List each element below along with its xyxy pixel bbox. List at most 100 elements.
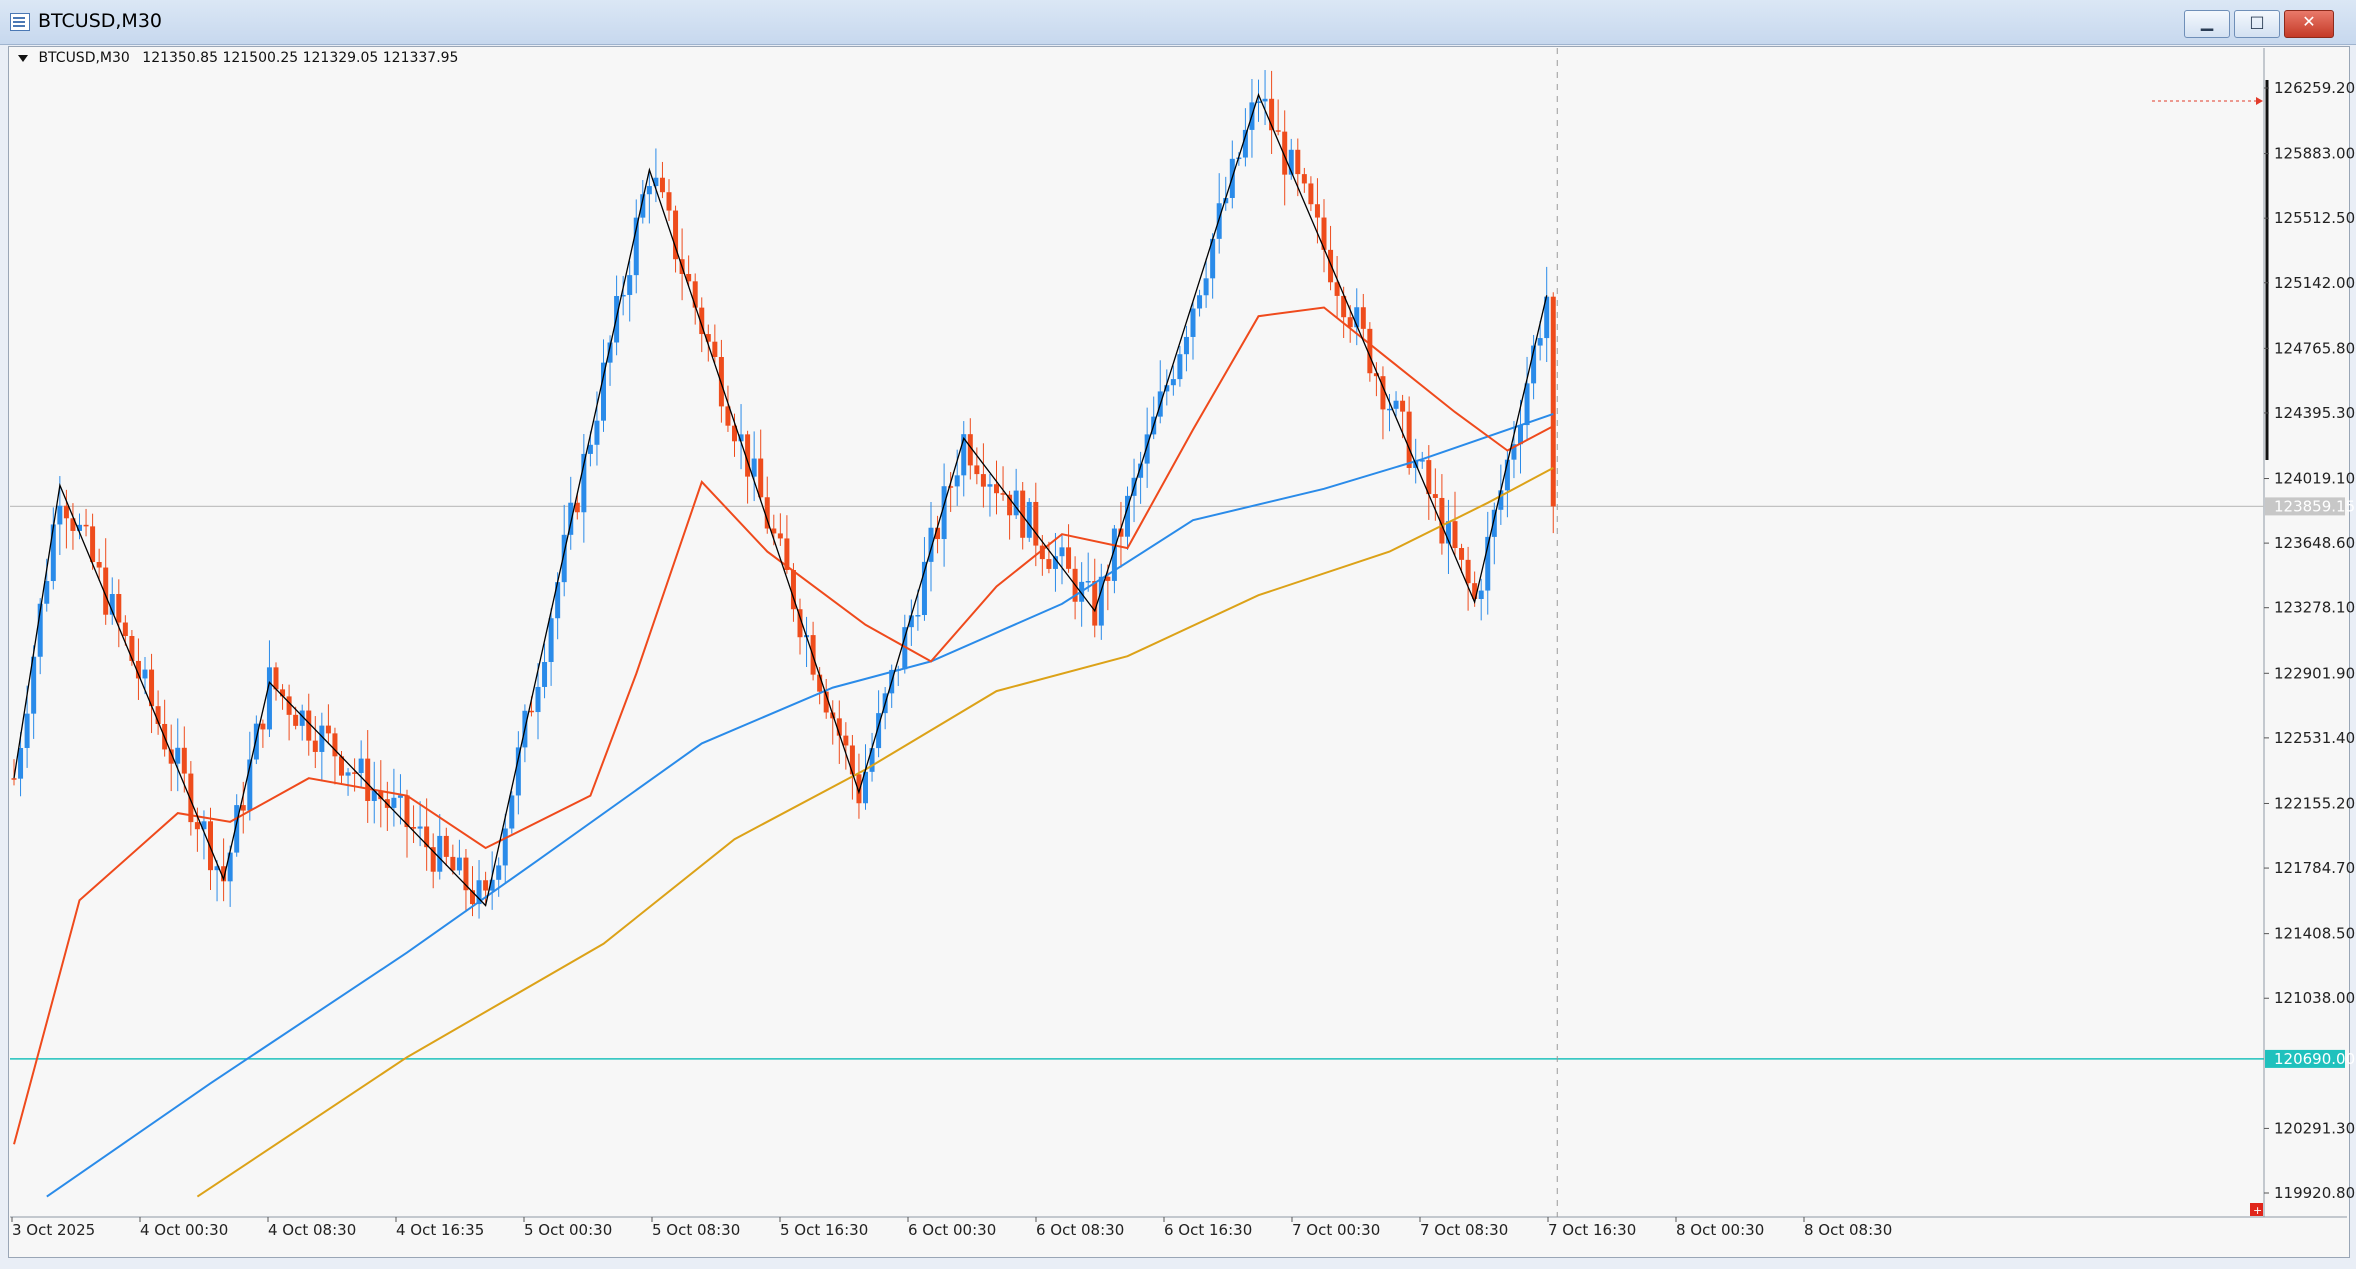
bearish-candle <box>483 880 489 891</box>
bearish-candle <box>273 667 279 690</box>
bullish-candle <box>954 475 960 487</box>
bearish-candle <box>286 696 292 715</box>
price-tick-label: 121408.50 <box>2274 925 2355 943</box>
time-tick-label: 6 Oct 08:30 <box>1036 1221 1124 1239</box>
bearish-candle <box>980 474 986 487</box>
bullish-candle <box>175 747 181 764</box>
bullish-candle <box>57 505 63 525</box>
bullish-candle <box>548 618 554 662</box>
bearish-candle <box>312 740 318 752</box>
bullish-candle <box>509 795 515 829</box>
bullish-candle <box>358 758 364 773</box>
bullish-candle <box>18 747 24 779</box>
bearish-candle <box>208 821 213 871</box>
price-chart[interactable]: 126259.20 125883.00 125512.50 125142.00 1247… <box>0 0 2356 1269</box>
bearish-candle <box>96 562 102 568</box>
bullish-candle <box>601 362 606 421</box>
bullish-candle <box>142 669 148 679</box>
time-tick-label: 8 Oct 00:30 <box>1676 1221 1764 1239</box>
bearish-candle <box>758 458 764 498</box>
time-tick-label: 4 Oct 08:30 <box>268 1221 356 1239</box>
bearish-candle <box>1314 204 1320 218</box>
bullish-candle <box>587 444 593 454</box>
bullish-candle <box>915 615 921 617</box>
time-tick-label: 7 Oct 00:30 <box>1292 1221 1380 1239</box>
price-tick-label: 122155.20 <box>2274 794 2355 812</box>
bullish-candle <box>1013 490 1019 516</box>
current-price-label: 123859.15 <box>2274 497 2355 515</box>
time-tick-label: 3 Oct 2025 <box>12 1221 95 1239</box>
bearish-candle <box>90 526 96 563</box>
bullish-candle <box>456 857 462 871</box>
bearish-candle <box>712 341 718 357</box>
bearish-candle <box>843 735 849 746</box>
price-tick-label: 120291.30 <box>2274 1119 2355 1137</box>
bearish-candle <box>1301 174 1307 184</box>
bearish-candle <box>1000 493 1006 495</box>
bullish-candle <box>1518 425 1523 445</box>
time-tick-label: 5 Oct 16:30 <box>780 1221 868 1239</box>
bullish-candle <box>1026 501 1032 538</box>
bullish-candle <box>1177 354 1183 380</box>
bearish-candle <box>450 856 456 871</box>
candles-group <box>11 70 1556 919</box>
bearish-candle <box>1465 559 1471 584</box>
bullish-candle <box>535 686 541 713</box>
bullish-candle <box>1183 336 1189 355</box>
bearish-candle <box>116 594 122 623</box>
bullish-candle <box>627 275 633 295</box>
bearish-candle <box>1406 411 1412 468</box>
chart-header: BTCUSD,M30 121350.85 121500.25 121329.05… <box>18 50 458 66</box>
bearish-candle <box>1550 296 1556 507</box>
bearish-candle <box>1066 547 1072 569</box>
bullish-candle <box>987 484 993 487</box>
bullish-candle <box>437 835 443 872</box>
bullish-candle <box>266 667 272 730</box>
bearish-candle <box>666 192 672 211</box>
fast-moving-average-line <box>13 306 1554 1145</box>
price-tick-label: 124765.80 <box>2274 339 2355 357</box>
bearish-candle <box>181 747 187 774</box>
price-tick-label: 124395.30 <box>2274 404 2355 422</box>
time-tick-label: 7 Oct 16:30 <box>1548 1221 1636 1239</box>
bearish-candle <box>1360 307 1366 329</box>
bearish-candle <box>365 758 371 801</box>
bearish-candle <box>659 177 665 193</box>
time-tick-label: 6 Oct 16:30 <box>1164 1221 1252 1239</box>
chart-menu-triangle-icon[interactable] <box>18 54 28 62</box>
price-tick-label: 119920.80 <box>2274 1184 2355 1202</box>
bullish-candle <box>1197 295 1203 309</box>
bearish-candle <box>1400 400 1406 412</box>
price-tick-label: 126259.20 <box>2274 79 2355 97</box>
bearish-candle <box>1295 149 1301 175</box>
bearish-candle <box>332 733 338 757</box>
bullish-candle <box>391 797 397 808</box>
horizontal-level-label: 120690.00 <box>2274 1050 2355 1068</box>
bullish-candle <box>1203 278 1209 296</box>
bearish-candle <box>11 778 17 780</box>
bearish-candle <box>194 822 200 830</box>
price-tick-label: 121038.00 <box>2274 989 2355 1007</box>
bearish-candle <box>692 281 698 308</box>
bullish-candle <box>1478 590 1484 599</box>
bearish-candle <box>1092 581 1098 626</box>
bearish-candle <box>1033 501 1039 546</box>
price-tick-label: 122901.90 <box>2274 664 2355 682</box>
chart-ohlc: 121350.85 121500.25 121329.05 121337.95 <box>142 50 459 66</box>
bearish-candle <box>1328 249 1334 283</box>
time-tick-label: 6 Oct 00:30 <box>908 1221 996 1239</box>
bullish-candle <box>345 772 351 776</box>
scale-fix-icon: + <box>2253 1204 2262 1217</box>
bullish-candle <box>24 713 30 748</box>
bearish-candle <box>1046 559 1052 569</box>
price-tick-label: 125883.00 <box>2274 145 2355 163</box>
bearish-candle <box>1432 494 1438 498</box>
bearish-candle <box>293 714 299 726</box>
price-tick-label: 123278.10 <box>2274 599 2355 617</box>
price-tick-label: 122531.40 <box>2274 729 2355 747</box>
bullish-candle <box>50 524 56 582</box>
bullish-candle <box>1059 547 1065 557</box>
bearish-candle <box>122 622 128 637</box>
bearish-candle <box>528 710 534 713</box>
time-tick-label: 5 Oct 08:30 <box>652 1221 740 1239</box>
